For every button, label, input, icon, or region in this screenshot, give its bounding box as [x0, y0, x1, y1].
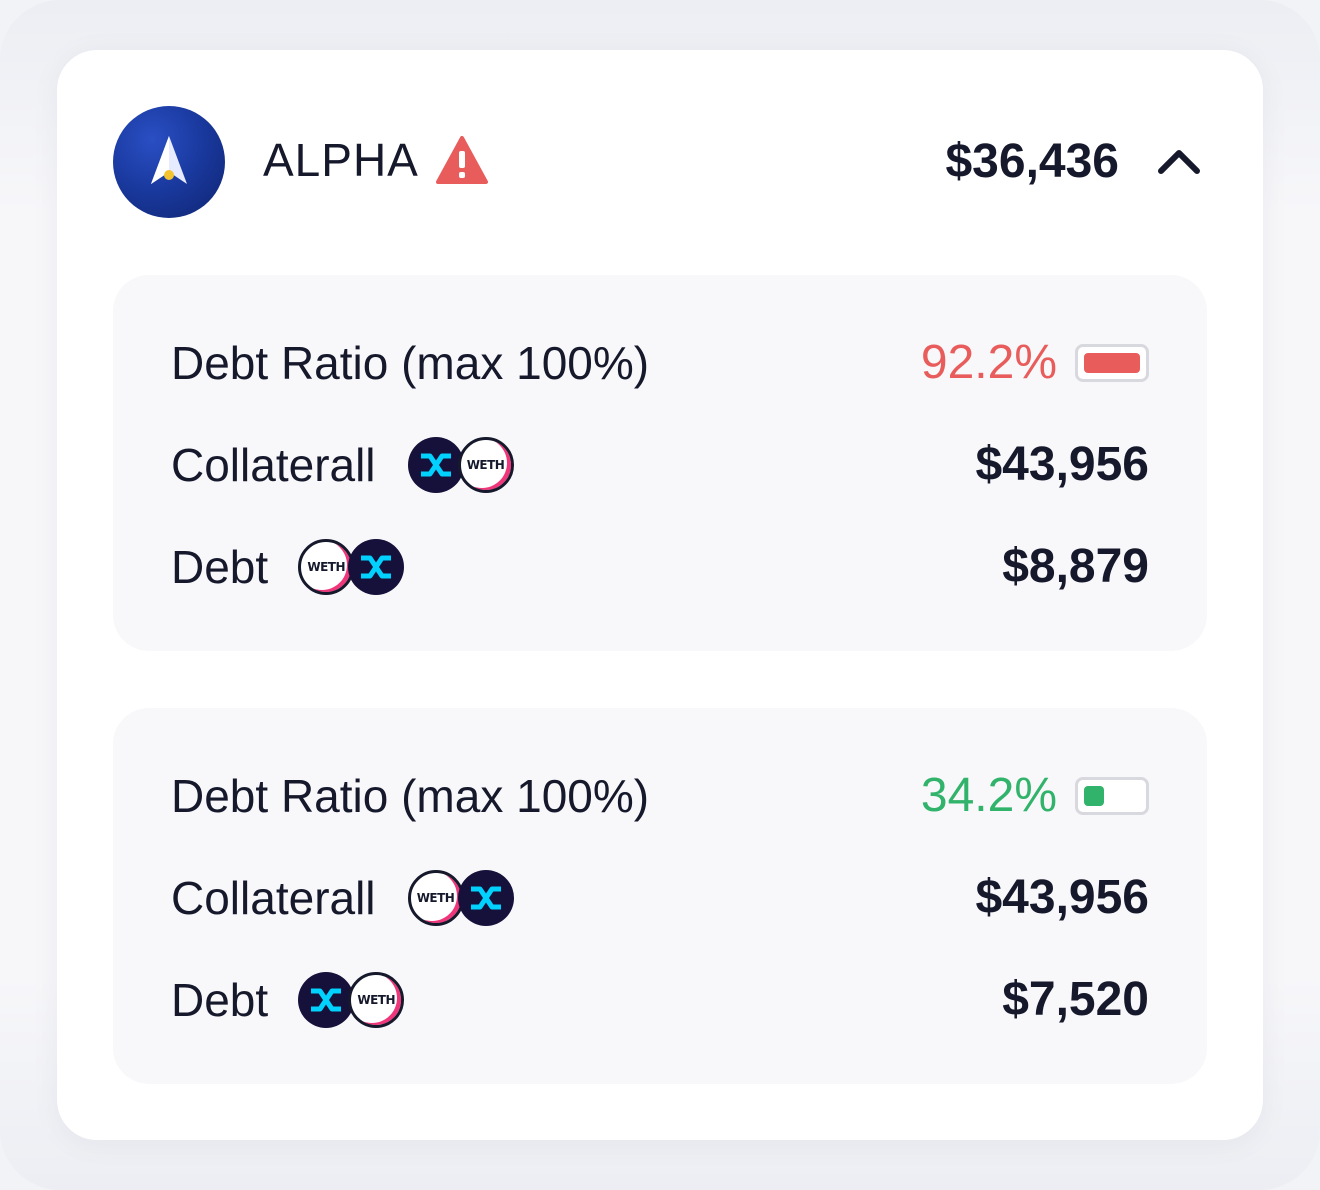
collateral-token-pair: WETH	[407, 437, 514, 493]
debt-ratio-value: 92.2%	[920, 336, 1057, 389]
collateral-row: Collaterall WETH $43,956	[171, 868, 1149, 928]
protocol-header[interactable]: ALPHA $36,436	[113, 106, 1203, 218]
debt-ratio-indicator: 34.2%	[921, 768, 1149, 824]
collateral-label: Collaterall WETH	[171, 437, 514, 493]
debt-ratio-bar-fill	[1084, 786, 1104, 806]
collateral-label: Collaterall WETH	[171, 870, 514, 926]
weth-token-icon: WETH	[457, 437, 514, 493]
position-card-2: Debt Ratio (max 100%) 34.2% Collaterall …	[113, 708, 1207, 1084]
chevron-up-icon	[1158, 150, 1200, 174]
snx-token-icon	[407, 437, 464, 493]
weth-token-icon: WETH	[348, 972, 405, 1028]
debt-row: Debt WETH $8,879	[171, 537, 1149, 597]
debt-ratio-indicator: 92.2%	[921, 335, 1149, 391]
debt-ratio-label: Debt Ratio (max 100%)	[171, 770, 650, 822]
debt-value: $8,879	[1002, 540, 1149, 593]
collateral-value: $43,956	[975, 438, 1149, 491]
snx-token-icon	[298, 972, 355, 1028]
collateral-row: Collaterall WETH $43,956	[171, 435, 1149, 495]
debt-ratio-bar	[1075, 777, 1149, 815]
debt-ratio-value: 34.2%	[920, 769, 1057, 822]
debt-label: Debt WETH	[171, 539, 405, 595]
protocol-name: ALPHA	[263, 134, 419, 186]
debt-ratio-row: Debt Ratio (max 100%) 34.2%	[171, 766, 1149, 826]
debt-ratio-row: Debt Ratio (max 100%) 92.2%	[171, 333, 1149, 393]
collapse-button[interactable]	[1155, 136, 1203, 184]
position-card-1: Debt Ratio (max 100%) 92.2% Collaterall …	[113, 275, 1207, 651]
debt-value: $7,520	[1002, 973, 1149, 1026]
debt-token-pair: WETH	[298, 972, 405, 1028]
debt-token-pair: WETH	[298, 539, 405, 595]
debt-ratio-label: Debt Ratio (max 100%)	[171, 337, 650, 389]
collateral-value: $43,956	[975, 871, 1149, 924]
debt-ratio-bar	[1075, 344, 1149, 382]
debt-label: Debt WETH	[171, 972, 405, 1028]
snx-token-icon	[457, 870, 514, 926]
alpha-homora-logo-icon	[113, 106, 225, 218]
warning-triangle-icon[interactable]	[435, 134, 489, 188]
collateral-token-pair: WETH	[407, 870, 514, 926]
protocol-card: ALPHA $36,436 Debt Ratio (max 100%) 92.2…	[57, 50, 1263, 1140]
weth-token-icon: WETH	[298, 539, 355, 595]
weth-token-icon: WETH	[407, 870, 464, 926]
total-value: $36,436	[945, 135, 1119, 188]
debt-row: Debt WETH $7,520	[171, 970, 1149, 1030]
debt-ratio-bar-fill	[1084, 353, 1140, 373]
snx-token-icon	[348, 539, 405, 595]
